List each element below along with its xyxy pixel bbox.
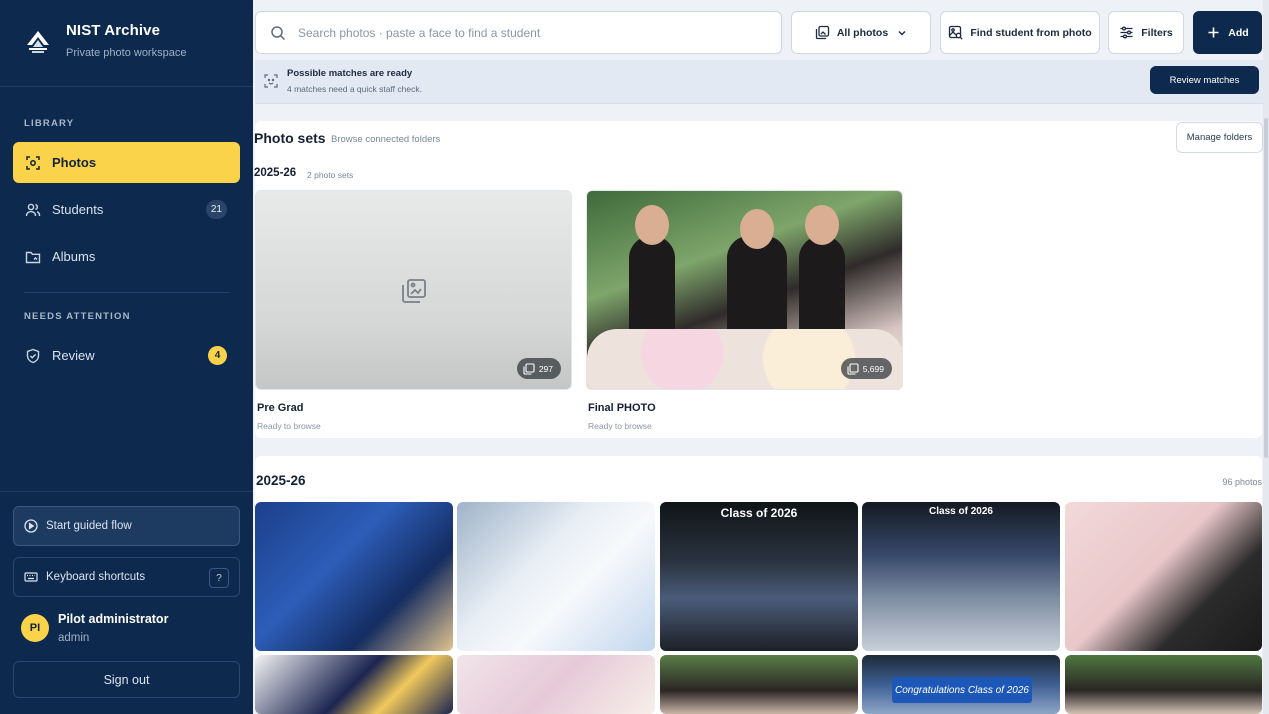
sidebar-item-students[interactable]: Students 21	[13, 189, 240, 230]
add-label: Add	[1228, 26, 1249, 39]
find-student-from-photo-button[interactable]: Find student from photo	[940, 11, 1100, 54]
sidebar-item-review[interactable]: Review 4	[13, 335, 240, 376]
chevron-down-icon	[897, 28, 907, 38]
banner-title: Possible matches are ready	[287, 68, 413, 79]
sidebar-item-albums[interactable]: Albums	[13, 236, 240, 277]
photo-figure	[635, 205, 669, 245]
sidebar-divider	[0, 86, 253, 87]
image-search-icon	[948, 25, 964, 40]
photo-caption: Class of 2026	[720, 506, 798, 520]
students-icon	[25, 202, 41, 218]
photo-sets-year: 2025-26	[254, 167, 297, 179]
avatar: PI	[21, 614, 49, 642]
section-needs-attention: NEEDS ATTENTION	[24, 311, 131, 322]
photo-stack-icon	[815, 25, 830, 40]
start-guided-flow-button[interactable]: Start guided flow	[13, 506, 240, 546]
photo-tile[interactable]: Class of 2026	[660, 502, 858, 651]
filters-sliders-icon	[1119, 25, 1134, 40]
keyboard-icon	[24, 570, 38, 584]
photo-caption: Congratulations Class of 2026	[892, 677, 1032, 703]
shortcut-key-badge: ?	[209, 568, 229, 588]
photo-tile[interactable]	[457, 502, 655, 651]
photo-count-value: 5,699	[862, 363, 884, 374]
photo-figure	[805, 205, 839, 245]
photo-tile[interactable]	[255, 655, 453, 714]
photo-figure	[740, 209, 774, 249]
students-count-badge: 21	[205, 200, 227, 219]
sidebar-item-label: Photos	[52, 155, 97, 170]
user-name: Pilot administrator	[58, 612, 169, 626]
review-matches-button[interactable]: Review matches	[1150, 66, 1259, 94]
photo-set-card-pre-grad[interactable]: 297 Pre Grad Ready to browse	[255, 190, 572, 438]
photo-set-status: Ready to browse	[257, 421, 321, 431]
gallery-photo-count: 96 photos	[1222, 477, 1262, 487]
photo-tile[interactable]	[1065, 502, 1262, 651]
filters-button[interactable]: Filters	[1108, 11, 1184, 54]
banner-subtitle: 4 matches need a quick staff check.	[287, 84, 422, 94]
sidebar: NIST Archive Private photo workspace LIB…	[0, 0, 253, 714]
photo-count-value: 297	[538, 363, 553, 374]
photo-caption: Class of 2026	[929, 506, 993, 517]
photo-set-thumbnail[interactable]: 297	[255, 190, 572, 390]
face-scan-icon	[264, 74, 278, 88]
review-shield-icon	[25, 348, 41, 364]
nist-logo-icon	[24, 28, 52, 56]
app-title: NIST Archive	[66, 22, 161, 39]
image-placeholder-icon	[400, 277, 428, 305]
sidebar-item-label: Students	[52, 202, 104, 217]
sign-out-button[interactable]: Sign out	[13, 661, 240, 698]
photos-icon	[25, 155, 41, 171]
search-icon	[270, 25, 286, 41]
photo-tile[interactable]: Congratulations Class of 2026	[862, 655, 1060, 714]
plus-icon	[1206, 25, 1221, 40]
search-box[interactable]	[255, 11, 782, 54]
photo-gallery: 2025-26 96 photos Class of 2026 Class of…	[255, 456, 1262, 714]
photo-stack-icon	[847, 362, 859, 375]
add-button[interactable]: Add	[1193, 11, 1262, 54]
photo-set-name: Pre Grad	[257, 402, 304, 414]
photo-set-card-final-photo[interactable]: 5,699 Final PHOTO Ready to browse	[586, 190, 903, 438]
scrollbar-thumb[interactable]	[1264, 118, 1268, 458]
gallery-title: 2025-26	[256, 473, 306, 488]
photo-tile[interactable]	[660, 655, 858, 714]
search-input[interactable]	[298, 25, 758, 40]
user-role: admin	[58, 632, 90, 644]
keyboard-shortcuts-button[interactable]: Keyboard shortcuts ?	[13, 557, 240, 597]
photo-set-thumbnail[interactable]: 5,699	[586, 190, 903, 390]
photo-sets-year-count: 2 photo sets	[307, 170, 354, 180]
photo-tile[interactable]	[457, 655, 655, 714]
photo-count-badge: 5,699	[840, 358, 892, 379]
matches-banner: Possible matches are ready 4 matches nee…	[255, 60, 1269, 104]
photo-sets-subtitle: Browse connected folders	[331, 134, 441, 145]
sidebar-section-divider	[24, 292, 229, 293]
photo-sets-card: Photo sets Browse connected folders Mana…	[254, 121, 1263, 438]
photo-set-status: Ready to browse	[588, 421, 652, 431]
play-circle-icon	[24, 519, 38, 533]
photo-tile[interactable]: Class of 2026	[862, 502, 1060, 651]
photo-stack-icon	[523, 362, 535, 375]
sidebar-footer-divider	[0, 491, 253, 492]
all-photos-dropdown[interactable]: All photos	[791, 11, 931, 54]
section-library: LIBRARY	[24, 118, 75, 129]
brand[interactable]: NIST Archive Private photo workspace	[24, 22, 186, 59]
manage-folders-button[interactable]: Manage folders	[1176, 122, 1263, 153]
photo-tile[interactable]	[1065, 655, 1262, 714]
guided-flow-label: Start guided flow	[46, 520, 132, 532]
filters-label: Filters	[1141, 26, 1173, 39]
app-subtitle: Private photo workspace	[66, 47, 187, 59]
photo-count-badge: 297	[516, 358, 561, 379]
photo-set-name: Final PHOTO	[588, 402, 656, 414]
sidebar-item-label: Albums	[52, 249, 96, 264]
albums-icon	[25, 249, 41, 265]
user-profile[interactable]: PI Pilot administrator admin	[21, 612, 168, 644]
find-student-label: Find student from photo	[970, 26, 1092, 39]
sidebar-item-label: Review	[52, 348, 95, 363]
all-photos-label: All photos	[836, 26, 889, 39]
photo-tile[interactable]	[255, 502, 453, 651]
review-count-badge: 4	[208, 346, 227, 365]
photo-sets-title: Photo sets	[254, 130, 326, 146]
sidebar-item-photos[interactable]: Photos	[13, 142, 240, 183]
keyboard-shortcuts-label: Keyboard shortcuts	[46, 571, 146, 583]
